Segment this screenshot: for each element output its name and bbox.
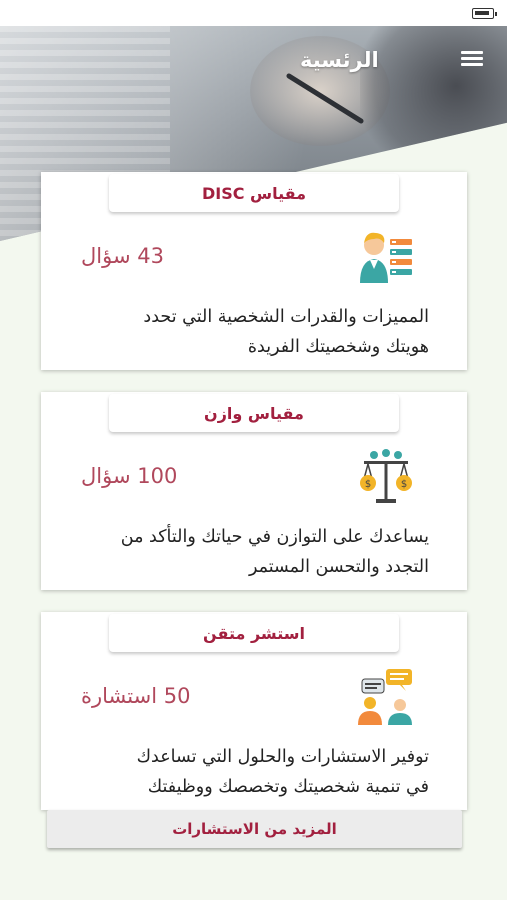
consultation-chat-icon bbox=[358, 669, 412, 725]
card-description: المميزات والقدرات الشخصية التي تحدد هويت… bbox=[69, 302, 429, 362]
question-count: 43 سؤال bbox=[81, 244, 164, 268]
card-title-tab: استشر متقن bbox=[109, 614, 399, 652]
more-consultations-button[interactable]: المزيد من الاستشارات bbox=[47, 810, 462, 848]
description-line: في تنمية شخصيتك وتخصصك ووظيفتك bbox=[147, 777, 429, 797]
consultation-count: 50 استشارة bbox=[81, 684, 191, 708]
wazen-card[interactable]: مقياس وازن 100 سؤال $ $ يساعدك على التوا… bbox=[41, 392, 467, 590]
battery-icon bbox=[472, 8, 497, 19]
card-title-tab: مقياس وازن bbox=[109, 394, 399, 432]
description-line: التجدد والتحسن المستمر bbox=[248, 557, 429, 577]
description-line: المميزات والقدرات الشخصية التي تحدد bbox=[143, 307, 429, 327]
svg-text:$: $ bbox=[401, 479, 407, 490]
description-line: هويتك وشخصيتك الفريدة bbox=[247, 337, 429, 357]
person-profile-icon bbox=[360, 232, 412, 283]
description-line: توفير الاستشارات والحلول التي تساعدك bbox=[136, 747, 429, 767]
status-bar bbox=[0, 0, 507, 26]
question-count: 100 سؤال bbox=[81, 464, 178, 488]
disc-card[interactable]: مقياس DISC 43 سؤال المميزات والقدرات الش… bbox=[41, 172, 467, 370]
description-line: يساعدك على التوازن في حياتك والتأكد من bbox=[120, 527, 429, 547]
balance-scale-icon: $ $ bbox=[360, 449, 412, 503]
page-title: الرئسية bbox=[300, 48, 379, 72]
svg-text:$: $ bbox=[365, 479, 371, 490]
card-title-tab: مقياس DISC bbox=[109, 174, 399, 212]
card-description: توفير الاستشارات والحلول التي تساعدك في … bbox=[69, 742, 429, 802]
card-description: يساعدك على التوازن في حياتك والتأكد من ا… bbox=[69, 522, 429, 582]
hamburger-menu-icon[interactable] bbox=[458, 48, 486, 72]
consult-card[interactable]: استشر متقن 50 استشارة توفير الاستشارات و… bbox=[41, 612, 467, 810]
